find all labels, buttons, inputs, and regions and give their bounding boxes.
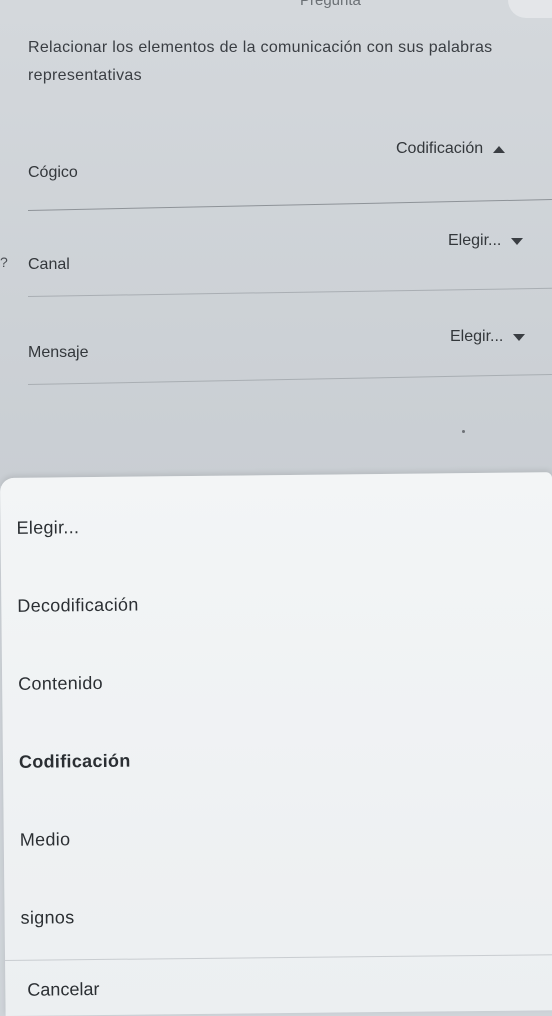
select-value: Elegir... [448,232,502,249]
question-mark-icon: ? [0,254,8,270]
question-instruction: Relacionar los elementos de la comunicac… [28,39,493,84]
caret-down-icon [511,237,524,245]
decorative-dot [462,430,465,433]
option-signos[interactable]: signos [20,886,541,943]
select-value: Codificación [396,140,484,157]
match-label: Mensaje [28,344,89,361]
option-elegir[interactable]: Elegir... [16,496,537,553]
select-value: Elegir... [450,328,504,345]
top-header: Pregunta [0,0,552,18]
header-action-button[interactable] [508,0,552,18]
match-select-mensaje[interactable]: Elegir... [450,328,526,346]
row-divider [27,373,552,385]
match-select-canal[interactable]: Elegir... [448,232,524,250]
match-label: Cógico [28,164,78,181]
caret-down-icon [513,333,526,341]
option-decodificacion[interactable]: Decodificación [17,574,538,631]
row-divider [27,287,552,297]
dropdown-options-sheet: Elegir... Decodificación Contenido Codif… [0,472,552,1016]
question-area: Pregunta Relacionar los elementos de la … [0,0,552,486]
cancel-button[interactable]: Cancelar [27,969,99,1010]
option-medio[interactable]: Medio [20,808,541,865]
option-contenido[interactable]: Contenido [18,652,539,709]
match-select-cogico[interactable]: Codificación [396,140,506,158]
match-row-mensaje: Mensaje Elegir... [0,310,552,400]
match-label: Canal [28,256,70,273]
match-row-cogico: Cógico Codificación [0,130,552,220]
sheet-divider [5,954,552,961]
row-divider [27,199,552,211]
page-title: Pregunta [300,0,361,9]
match-row-canal: ? Canal Elegir... [0,220,552,310]
option-codificacion[interactable]: Codificación [19,730,540,787]
caret-up-icon [493,145,506,153]
